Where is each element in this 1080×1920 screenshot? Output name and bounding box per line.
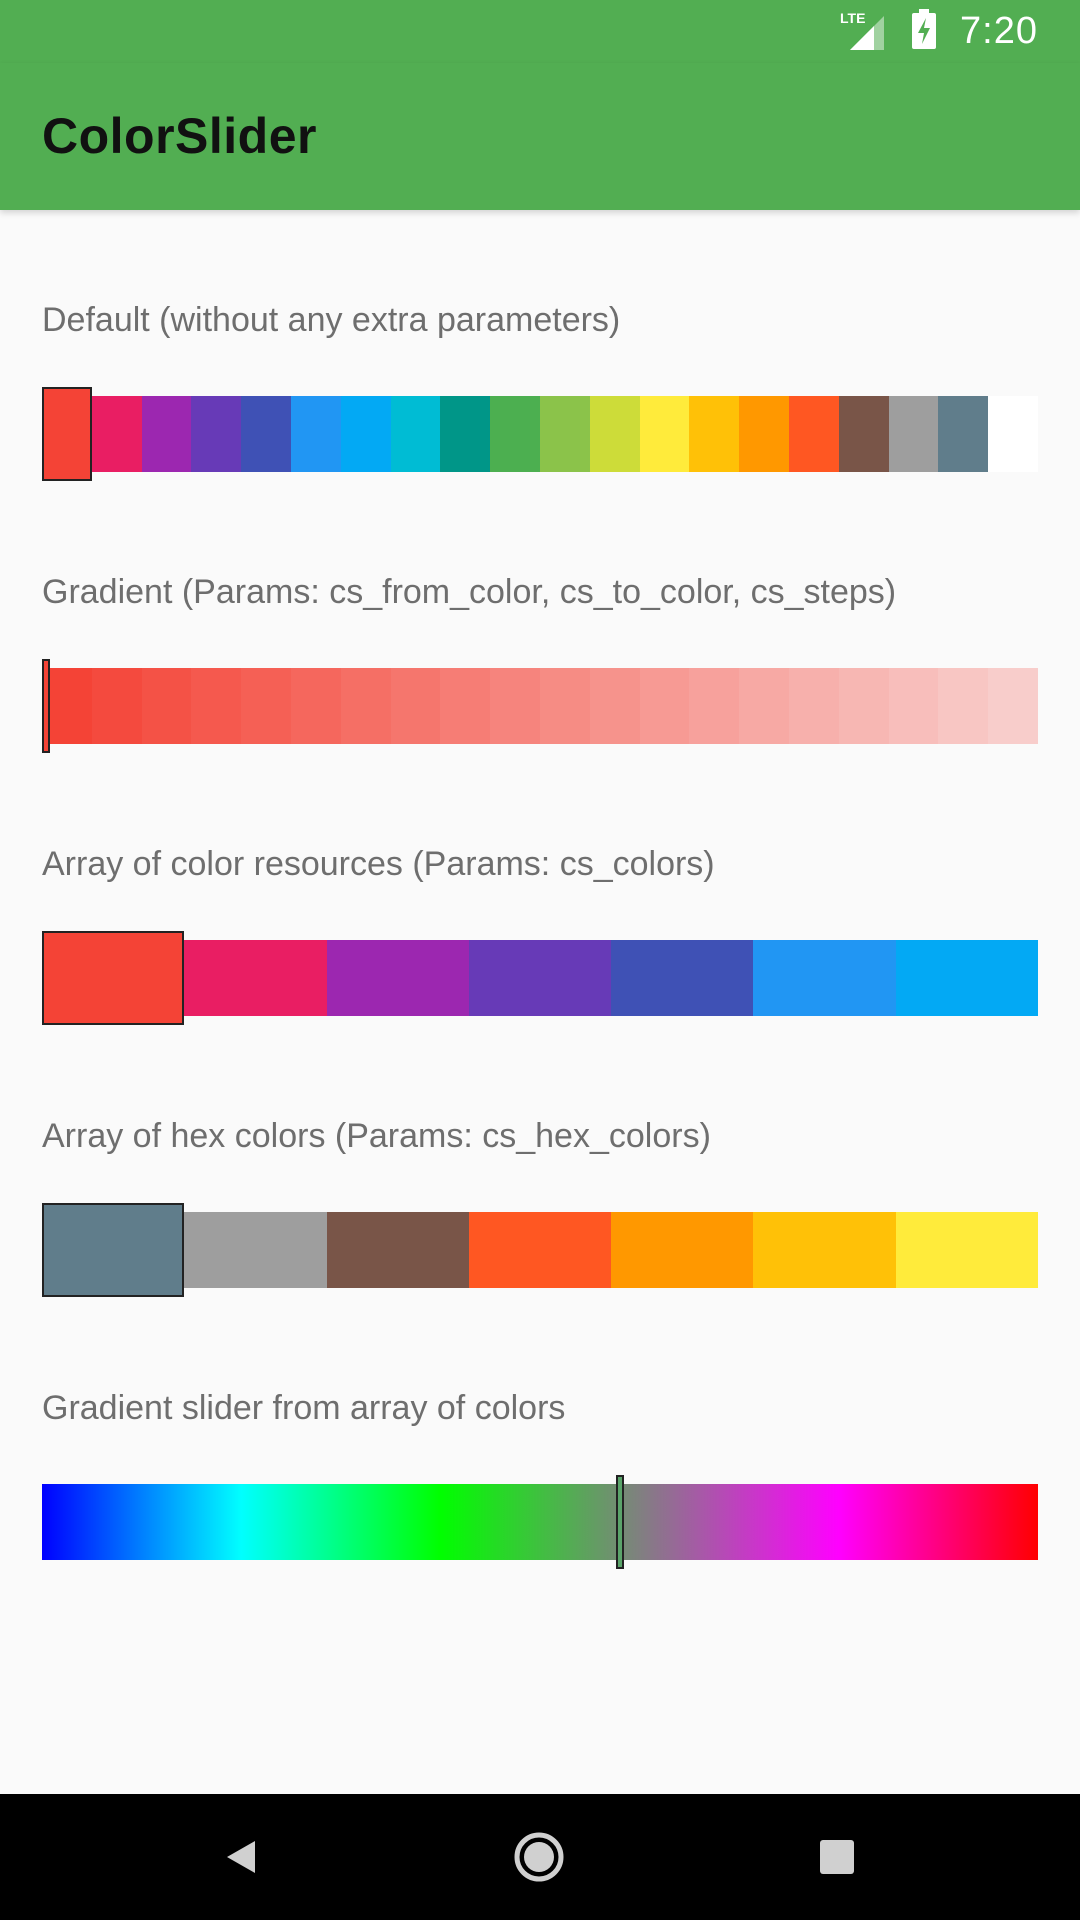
color-segment[interactable] [326, 940, 469, 1016]
color-segment[interactable] [326, 1212, 469, 1288]
color-slider-gradient-array[interactable] [42, 1475, 1038, 1569]
status-bar: LTE 7:20 [0, 0, 1080, 63]
gradient-step[interactable] [938, 668, 989, 744]
color-segment[interactable] [788, 396, 839, 472]
color-segment[interactable] [753, 1212, 896, 1288]
back-button[interactable] [206, 1822, 276, 1892]
gradient-step[interactable] [689, 668, 740, 744]
color-segment[interactable] [468, 1212, 612, 1288]
slider-label-color-resources: Array of color resources (Params: cs_col… [42, 845, 715, 883]
app-title: ColorSlider [42, 108, 317, 164]
color-slider-gradient[interactable] [42, 659, 1038, 753]
color-segment[interactable] [895, 940, 1038, 1016]
color-segment[interactable] [611, 1212, 754, 1288]
slider-thumb[interactable] [42, 931, 185, 1025]
color-segment[interactable] [141, 396, 192, 472]
battery-charging-icon [912, 9, 937, 54]
gradient-step[interactable] [91, 668, 142, 744]
gradient-step[interactable] [639, 668, 690, 744]
lte-signal-icon: LTE [840, 10, 888, 52]
color-segment[interactable] [184, 940, 327, 1016]
color-segment[interactable] [91, 396, 142, 472]
color-segment[interactable] [539, 396, 590, 472]
slider-thumb[interactable] [615, 1475, 624, 1569]
color-segment[interactable] [689, 396, 740, 472]
color-segment[interactable] [739, 396, 789, 472]
gradient-step[interactable] [988, 668, 1038, 744]
slider-track[interactable] [42, 1484, 1038, 1560]
color-slider-default[interactable] [42, 387, 1038, 481]
navigation-bar [0, 1794, 1080, 1920]
color-segment[interactable] [340, 396, 391, 472]
slider-thumb[interactable] [42, 387, 92, 481]
color-segment[interactable] [490, 396, 540, 472]
color-slider-color-resources[interactable] [42, 931, 1038, 1025]
slider-thumb[interactable] [42, 1203, 185, 1297]
home-icon [514, 1832, 564, 1882]
slider-track[interactable] [42, 668, 1038, 744]
gradient-step[interactable] [888, 668, 939, 744]
color-segment[interactable] [390, 396, 441, 472]
gradient-step[interactable] [141, 668, 192, 744]
color-segment[interactable] [241, 396, 291, 472]
status-time: 7:20 [960, 10, 1038, 52]
slider-track[interactable] [42, 396, 1038, 472]
slider-track[interactable] [42, 1212, 1038, 1288]
gradient-step[interactable] [290, 668, 341, 744]
status-icons: LTE 7:20 [840, 0, 1038, 63]
color-segment[interactable] [838, 396, 889, 472]
home-button[interactable] [504, 1822, 574, 1892]
color-segment[interactable] [639, 396, 690, 472]
gradient-step[interactable] [838, 668, 889, 744]
gradient-step[interactable] [490, 668, 540, 744]
gradient-step[interactable] [241, 668, 291, 744]
gradient-step[interactable] [739, 668, 789, 744]
recents-icon [820, 1840, 854, 1874]
color-segment[interactable] [589, 396, 640, 472]
slider-label-default: Default (without any extra parameters) [42, 301, 621, 339]
gradient-step[interactable] [191, 668, 242, 744]
recents-button[interactable] [802, 1822, 872, 1892]
back-icon [227, 1841, 255, 1873]
color-segment[interactable] [191, 396, 242, 472]
color-segment[interactable] [888, 396, 939, 472]
color-segment[interactable] [753, 940, 896, 1016]
color-segment[interactable] [895, 1212, 1038, 1288]
color-segment[interactable] [468, 940, 612, 1016]
color-segment[interactable] [290, 396, 341, 472]
slider-track[interactable] [42, 940, 1038, 1016]
color-slider-hex-colors[interactable] [42, 1203, 1038, 1297]
slider-thumb[interactable] [42, 659, 50, 753]
app-bar: ColorSlider [0, 63, 1080, 210]
color-segment[interactable] [938, 396, 989, 472]
color-segment[interactable] [440, 396, 491, 472]
gradient-step[interactable] [390, 668, 441, 744]
gradient-step[interactable] [539, 668, 590, 744]
gradient-step[interactable] [340, 668, 391, 744]
color-segment[interactable] [611, 940, 754, 1016]
gradient-step[interactable] [589, 668, 640, 744]
gradient-step[interactable] [440, 668, 491, 744]
gradient-step[interactable] [788, 668, 839, 744]
color-segment[interactable] [184, 1212, 327, 1288]
slider-label-hex-colors: Array of hex colors (Params: cs_hex_colo… [42, 1117, 711, 1155]
color-segment[interactable] [988, 396, 1038, 472]
slider-label-gradient-array: Gradient slider from array of colors [42, 1389, 566, 1427]
slider-label-gradient: Gradient (Params: cs_from_color, cs_to_c… [42, 573, 897, 611]
